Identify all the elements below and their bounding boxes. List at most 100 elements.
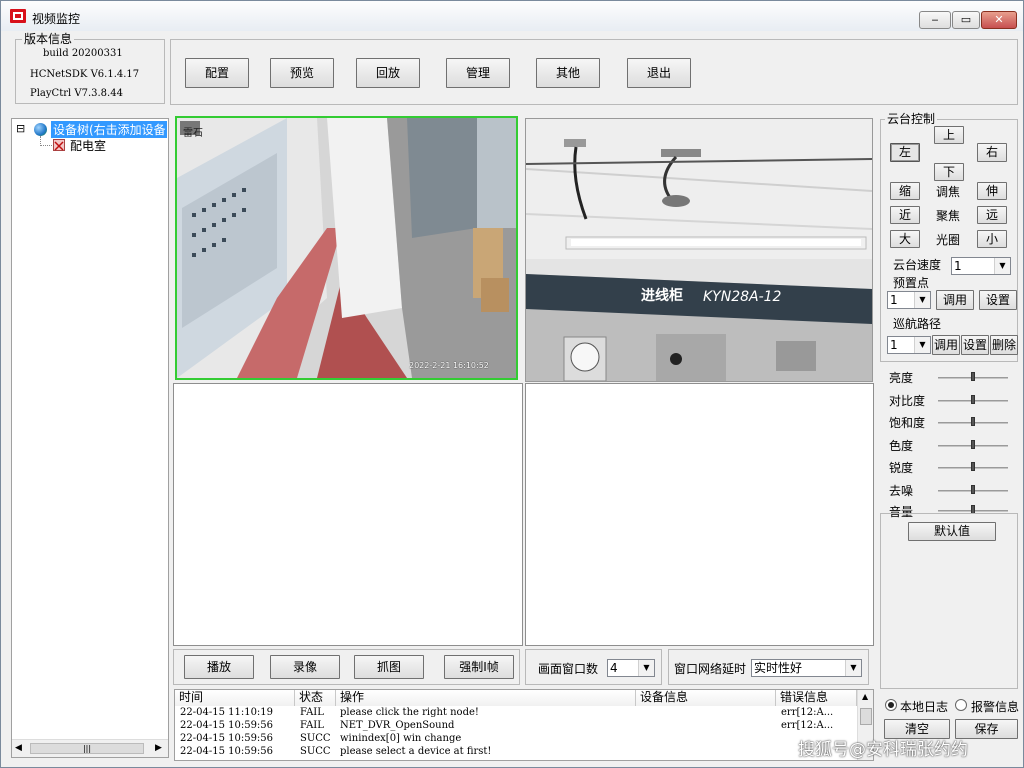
log-cell-status: SUCC [300, 733, 331, 744]
preset-call-button[interactable]: 调用 [936, 290, 974, 310]
iris-close-button[interactable]: 小 [977, 230, 1007, 248]
table-row[interactable]: 22-04-15 11:10:19 FAIL please click the ri… [175, 707, 857, 720]
build-text: build 20200331 [43, 48, 123, 59]
tree-root-node[interactable]: 设备树(右击添加设备 [51, 121, 167, 138]
close-button[interactable]: ✕ [981, 11, 1017, 29]
window-count-group: 画面窗口数 4 ▼ [525, 649, 662, 685]
tree-node-power-room[interactable]: 配电室 [70, 137, 106, 154]
ptz-right-button[interactable]: 右 [977, 143, 1007, 162]
ptz-speed-value: 1 [954, 259, 962, 273]
preset-label: 预置点 [893, 276, 930, 290]
playback-button[interactable]: 回放 [356, 58, 420, 88]
cruise-delete-button[interactable]: 删除 [990, 335, 1018, 355]
log-cell-status: SUCC [300, 746, 331, 757]
saturation-label: 饱和度 [889, 416, 926, 430]
ptz-group-label: 云台控制 [885, 112, 938, 126]
focus-near-button[interactable]: 近 [890, 206, 920, 224]
scroll-left-icon[interactable]: ◀ [15, 743, 22, 753]
ptz-speed-select[interactable]: 1 ▼ [951, 257, 1011, 275]
brightness-slider-thumb[interactable] [971, 372, 975, 381]
log-cell-op: please select a device at first! [340, 746, 492, 757]
scroll-thumb[interactable]: ||| [30, 743, 144, 754]
log-header-device[interactable]: 设备信息 [636, 690, 776, 706]
zoom-in-button[interactable]: 缩 [890, 182, 920, 200]
config-button[interactable]: 配置 [185, 58, 249, 88]
ptz-left-button[interactable]: 左 [890, 143, 920, 162]
window-count-select[interactable]: 4 ▼ [607, 659, 655, 677]
camera-1-feed [177, 118, 516, 378]
denoise-slider-thumb[interactable] [971, 485, 975, 494]
table-row[interactable]: 22-04-15 10:59:56 SUCC winindex[0] win cha… [175, 733, 857, 746]
focus-far-button[interactable]: 远 [977, 206, 1007, 224]
table-row[interactable]: 22-04-15 10:59:56 FAIL NET_DVR_OpenSound er… [175, 720, 857, 733]
video-pane-2[interactable]: 进线柜 KYN28A-12 [525, 118, 873, 382]
log-header-error[interactable]: 错误信息 [776, 690, 857, 706]
ptz-group: 云台控制 上 左 右 下 缩 调焦 伸 近 聚焦 远 大 光圈 小 云台速度 1… [880, 112, 1018, 362]
force-iframe-button[interactable]: 强制I帧 [444, 655, 514, 679]
play-button[interactable]: 播放 [184, 655, 254, 679]
camera-2-feed [526, 119, 872, 381]
scroll-thumb[interactable] [860, 708, 872, 725]
device-tree-panel: ⊟ 设备树(右击添加设备 配电室 ◀ ||| ▶ [11, 118, 169, 758]
capture-button[interactable]: 抓图 [354, 655, 424, 679]
main-window: 视频监控 ‒ ▭ ✕ 版本信息 build 20200331 HCNetSDK … [0, 0, 1024, 768]
scroll-up-icon[interactable]: ▲ [862, 692, 868, 701]
zoom-label: 调焦 [936, 185, 961, 199]
video-pane-4[interactable] [525, 383, 874, 646]
chevron-down-icon[interactable]: ▼ [638, 660, 654, 676]
default-values-button[interactable]: 默认值 [908, 522, 996, 541]
title-bar[interactable]: 视频监控 ‒ ▭ ✕ [1, 1, 1023, 31]
alarm-info-radio[interactable] [955, 699, 967, 711]
sharpness-slider-thumb[interactable] [971, 462, 975, 471]
tree-expander-icon[interactable]: ⊟ [16, 122, 25, 135]
local-log-radio[interactable] [885, 699, 897, 711]
ptz-down-button[interactable]: 下 [934, 163, 964, 181]
device-offline-icon [53, 139, 65, 151]
table-row[interactable]: 22-04-15 10:59:56 SUCC please select a dev… [175, 746, 857, 759]
hue-slider-thumb[interactable] [971, 440, 975, 449]
zoom-out-button[interactable]: 伸 [977, 182, 1007, 200]
ptz-speed-label: 云台速度 [893, 258, 942, 272]
video-pane-3[interactable] [173, 383, 523, 646]
log-cell-op: winindex[0] win change [340, 733, 462, 744]
cruise-select[interactable]: 1 ▼ [887, 336, 931, 354]
preset-set-button[interactable]: 设置 [979, 290, 1017, 310]
log-header-time[interactable]: 时间 [175, 690, 295, 706]
log-header-status[interactable]: 状态 [295, 690, 336, 706]
scroll-right-icon[interactable]: ▶ [155, 743, 162, 753]
tree-hscrollbar[interactable]: ◀ ||| ▶ [12, 739, 168, 757]
version-group-label: 版本信息 [22, 32, 75, 46]
ptz-up-button[interactable]: 上 [934, 126, 964, 144]
video-pane-1[interactable]: 雷石 2022-2-21 16:10:52 [175, 116, 518, 380]
saturation-slider-thumb[interactable] [971, 417, 975, 426]
watermark-text: 搜狐号@安科瑞张约约 [798, 740, 968, 760]
preset-select[interactable]: 1 ▼ [887, 291, 931, 309]
log-header-operation[interactable]: 操作 [336, 690, 636, 706]
manage-button[interactable]: 管理 [446, 58, 510, 88]
chevron-down-icon[interactable]: ▼ [914, 292, 930, 308]
net-delay-group: 窗口网络延时 实时性好 ▼ [668, 649, 869, 685]
other-button[interactable]: 其他 [536, 58, 600, 88]
focus-label: 聚焦 [936, 209, 961, 223]
chevron-down-icon[interactable]: ▼ [845, 660, 861, 676]
cruise-call-button[interactable]: 调用 [932, 335, 960, 355]
net-delay-select[interactable]: 实时性好 ▼ [751, 659, 862, 677]
iris-label: 光圈 [936, 233, 961, 247]
preview-button[interactable]: 预览 [270, 58, 334, 88]
maximize-button[interactable]: ▭ [952, 11, 980, 29]
log-cell-error: err[12:A... [781, 707, 834, 718]
log-cell-op: please click the right node! [340, 707, 479, 718]
cruise-set-button[interactable]: 设置 [961, 335, 989, 355]
log-cell-time: 22-04-15 10:59:56 [180, 746, 274, 757]
contrast-slider-thumb[interactable] [971, 395, 975, 404]
exit-button[interactable]: 退出 [627, 58, 691, 88]
chevron-down-icon[interactable]: ▼ [994, 258, 1010, 274]
tree-line [40, 145, 52, 146]
minimize-button[interactable]: ‒ [919, 11, 951, 29]
chevron-down-icon[interactable]: ▼ [914, 337, 930, 353]
play-control-group: 播放 录像 抓图 强制I帧 [173, 649, 520, 685]
sharpness-label: 锐度 [889, 461, 914, 475]
record-button[interactable]: 录像 [270, 655, 340, 679]
denoise-label: 去噪 [889, 484, 914, 498]
iris-open-button[interactable]: 大 [890, 230, 920, 248]
